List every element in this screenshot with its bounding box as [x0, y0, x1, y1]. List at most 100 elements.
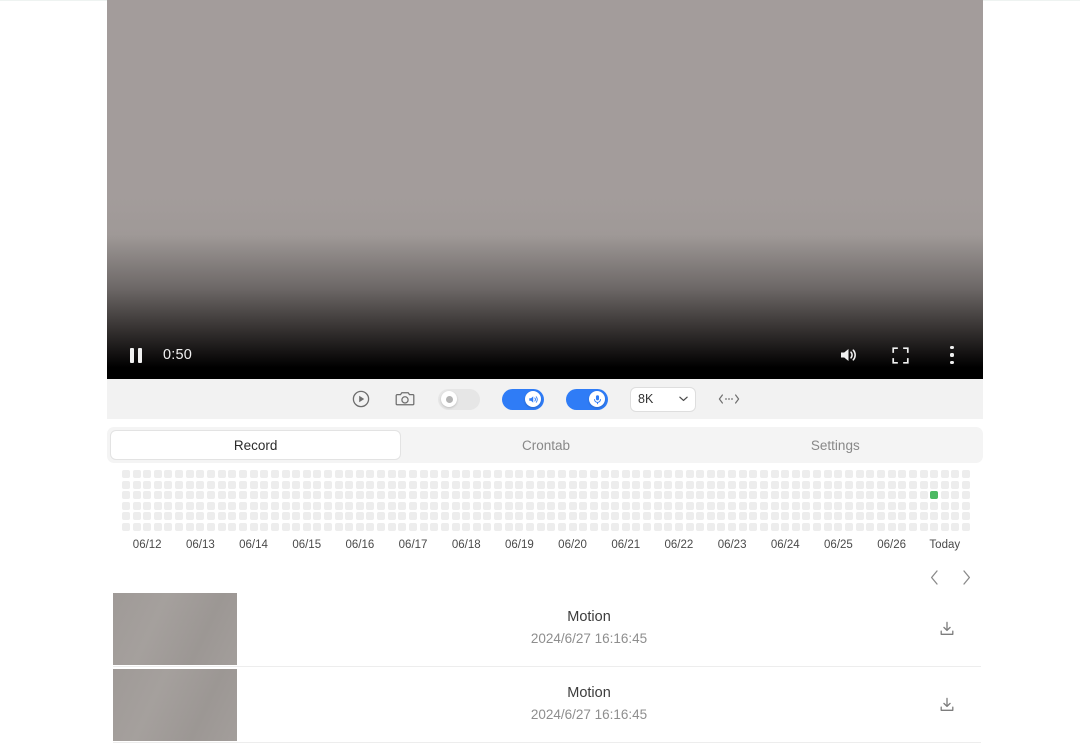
- heatmap-cell[interactable]: [355, 480, 364, 489]
- heatmap-cell[interactable]: [292, 491, 301, 500]
- heatmap-cell[interactable]: [525, 480, 534, 489]
- heatmap-cell[interactable]: [270, 512, 279, 521]
- heatmap-cell[interactable]: [961, 512, 970, 521]
- download-button[interactable]: [935, 693, 959, 717]
- heatmap-cell[interactable]: [834, 470, 843, 478]
- heatmap-cell[interactable]: [642, 470, 651, 478]
- heatmap-cell[interactable]: [153, 470, 162, 478]
- heatmap-cell[interactable]: [696, 480, 705, 489]
- heatmap-cell[interactable]: [845, 491, 854, 500]
- heatmap-cell[interactable]: [611, 480, 620, 489]
- heatmap-cell[interactable]: [122, 522, 130, 531]
- heatmap-cell[interactable]: [642, 480, 651, 489]
- heatmap-cell[interactable]: [728, 501, 737, 510]
- heatmap-cell[interactable]: [483, 491, 492, 500]
- heatmap-cell[interactable]: [866, 512, 875, 521]
- heatmap-cell[interactable]: [472, 480, 481, 489]
- heatmap-cell[interactable]: [866, 522, 875, 531]
- heatmap-cell[interactable]: [515, 501, 524, 510]
- heatmap-cell[interactable]: [908, 480, 917, 489]
- heatmap-cell[interactable]: [738, 512, 747, 521]
- heatmap-cell[interactable]: [451, 491, 460, 500]
- heatmap-cell[interactable]: [696, 470, 705, 478]
- heatmap-cell[interactable]: [791, 512, 800, 521]
- heatmap-cell[interactable]: [441, 480, 450, 489]
- heatmap-cell[interactable]: [281, 501, 290, 510]
- heatmap-cell[interactable]: [462, 491, 471, 500]
- heatmap-cell[interactable]: [791, 480, 800, 489]
- heatmap-cell[interactable]: [462, 501, 471, 510]
- heatmap-cell[interactable]: [132, 512, 141, 521]
- heatmap-cell[interactable]: [153, 512, 162, 521]
- heatmap-cell[interactable]: [366, 470, 375, 478]
- heatmap-cell[interactable]: [908, 501, 917, 510]
- heatmap-cell[interactable]: [164, 491, 173, 500]
- heatmap-cell[interactable]: [823, 512, 832, 521]
- heatmap-cell[interactable]: [472, 512, 481, 521]
- heatmap-cell[interactable]: [600, 491, 609, 500]
- heatmap-cell[interactable]: [143, 470, 152, 478]
- heatmap-cell[interactable]: [781, 501, 790, 510]
- heatmap-cell[interactable]: [398, 512, 407, 521]
- heatmap-cell[interactable]: [504, 470, 513, 478]
- heatmap-cell[interactable]: [132, 470, 141, 478]
- heatmap-cell[interactable]: [600, 480, 609, 489]
- heatmap-cell[interactable]: [898, 470, 907, 478]
- heatmap-cell[interactable]: [419, 512, 428, 521]
- heatmap-cell[interactable]: [664, 470, 673, 478]
- heatmap-cell[interactable]: [260, 470, 269, 478]
- heatmap-cell[interactable]: [760, 470, 769, 478]
- heatmap-cell[interactable]: [249, 491, 258, 500]
- heatmap-cell[interactable]: [664, 512, 673, 521]
- heatmap-cell[interactable]: [302, 512, 311, 521]
- heatmap-cell[interactable]: [323, 491, 332, 500]
- tab-settings[interactable]: Settings: [691, 430, 980, 460]
- heatmap-cell[interactable]: [749, 501, 758, 510]
- heatmap-cell[interactable]: [770, 512, 779, 521]
- heatmap-cell[interactable]: [515, 512, 524, 521]
- heatmap-cell[interactable]: [951, 512, 960, 521]
- heatmap-cell[interactable]: [206, 480, 215, 489]
- heatmap-cell[interactable]: [238, 522, 247, 531]
- heatmap-cell[interactable]: [122, 480, 130, 489]
- heatmap-cell[interactable]: [249, 470, 258, 478]
- heatmap-cell[interactable]: [908, 491, 917, 500]
- heatmap-cell[interactable]: [813, 522, 822, 531]
- heatmap-cell[interactable]: [313, 470, 322, 478]
- heatmap-cell[interactable]: [217, 522, 226, 531]
- heatmap-cell[interactable]: [749, 480, 758, 489]
- heatmap-cell[interactable]: [802, 491, 811, 500]
- heatmap-cell[interactable]: [430, 501, 439, 510]
- heatmap-cell[interactable]: [877, 522, 885, 531]
- heatmap-cell[interactable]: [355, 491, 364, 500]
- heatmap-cell[interactable]: [728, 470, 737, 478]
- heatmap-cell[interactable]: [387, 512, 396, 521]
- heatmap-cell[interactable]: [270, 480, 279, 489]
- quality-select[interactable]: 8K: [630, 386, 696, 412]
- heatmap-cell[interactable]: [866, 480, 875, 489]
- heatmap-cell[interactable]: [919, 480, 928, 489]
- heatmap-cell[interactable]: [451, 480, 460, 489]
- heatmap-cell[interactable]: [122, 470, 130, 478]
- heatmap-cell[interactable]: [738, 480, 747, 489]
- heatmap-cell[interactable]: [525, 491, 534, 500]
- heatmap-cell[interactable]: [366, 522, 375, 531]
- heatmap-cell[interactable]: [122, 491, 130, 500]
- heatmap-cell[interactable]: [855, 501, 864, 510]
- heatmap-cell[interactable]: [292, 501, 301, 510]
- heatmap-cell[interactable]: [802, 501, 811, 510]
- heatmap-day-column[interactable]: 06/25: [813, 470, 864, 551]
- heatmap-cell[interactable]: [398, 491, 407, 500]
- heatmap-cell[interactable]: [611, 470, 620, 478]
- heatmap-cell[interactable]: [600, 470, 609, 478]
- heatmap-cell[interactable]: [504, 512, 513, 521]
- heatmap-cell[interactable]: [919, 512, 928, 521]
- heatmap-cell[interactable]: [855, 522, 864, 531]
- heatmap-cell[interactable]: [525, 470, 534, 478]
- heatmap-cell[interactable]: [143, 501, 152, 510]
- heatmap-cell[interactable]: [845, 470, 854, 478]
- heatmap-cell[interactable]: [143, 491, 152, 500]
- heatmap-cell[interactable]: [430, 470, 439, 478]
- heatmap-cell[interactable]: [738, 470, 747, 478]
- heatmap-cell[interactable]: [536, 480, 545, 489]
